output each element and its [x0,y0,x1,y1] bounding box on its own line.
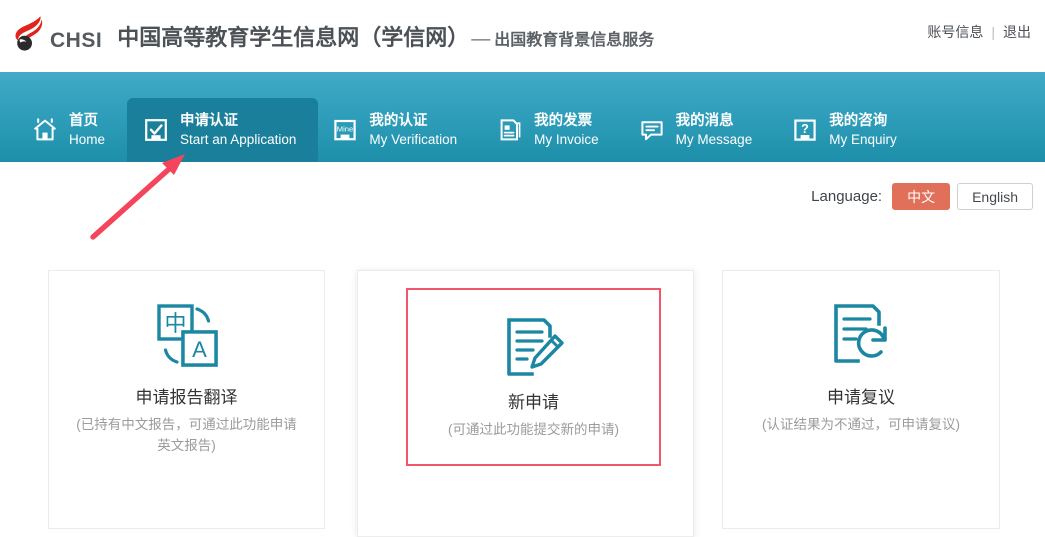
nav-item-home-en: Home [69,132,105,148]
translate-icon: 中 A [150,299,224,373]
nav-item-my-message-en: My Message [676,132,753,148]
message-bubble-icon [639,117,665,143]
site-title-main: 中国高等教育学生信息网（学信网） [117,20,469,52]
document-refresh-icon [824,299,898,373]
language-option-english[interactable]: English [957,183,1033,210]
card-apply-reconsideration-title: 申请复议 [827,387,895,409]
card-apply-reconsideration[interactable]: 申请复议 (认证结果为不通过，可申请复议) [722,270,1000,529]
language-option-chinese[interactable]: 中文 [892,183,950,210]
nav-item-my-enquiry[interactable]: ? 我的咨询 My Enquiry [778,98,919,162]
nav-item-start-application-cn: 申请认证 [180,113,296,130]
header-separator: | [991,24,995,40]
nav-item-my-verification-en: My Verification [369,132,457,148]
nav-item-start-application-en: Start an Application [180,132,296,148]
mine-badge-icon: Mine [332,117,358,143]
card-apply-report-translation-inner: 中 A 申请报告翻译 (已持有中文报告，可通过此功能申请英文报告) [49,271,324,457]
card-new-application-title: 新申请 [508,392,559,414]
nav-item-my-message-cn: 我的消息 [676,113,753,130]
language-label: Language: [811,188,882,205]
card-new-application-highlight-box: 新申请 (可通过此功能提交新的申请) [406,288,661,466]
question-box-icon: ? [792,117,818,143]
chsi-flame-logo-icon [10,13,54,57]
document-edit-icon [500,314,568,382]
brand-logo-text: CHSI [50,21,102,51]
site-title-dash: — [471,29,490,51]
svg-text:A: A [192,337,207,362]
nav-item-my-verification-labels: 我的认证 My Verification [369,113,457,147]
language-switcher: Language: 中文 English [811,183,1033,210]
nav-item-my-invoice-cn: 我的发票 [534,113,599,130]
card-apply-report-translation-title: 申请报告翻译 [136,387,238,409]
nav-item-my-verification[interactable]: Mine 我的认证 My Verification [318,98,483,162]
card-apply-report-translation-desc: (已持有中文报告，可通过此功能申请英文报告) [72,415,302,457]
card-new-application-desc: (可通过此功能提交新的申请) [414,420,654,441]
home-icon [32,117,58,143]
svg-text:中: 中 [164,312,186,337]
card-apply-report-translation[interactable]: 中 A 申请报告翻译 (已持有中文报告，可通过此功能申请英文报告) [48,270,325,529]
brand-logo[interactable]: CHSI [10,15,102,57]
nav-item-my-invoice[interactable]: 我的发票 My Invoice [483,98,625,162]
svg-text:Mine: Mine [337,124,353,133]
site-title-subtitle: 出国教育背景信息服务 [494,26,654,50]
nav-item-start-application-labels: 申请认证 Start an Application [180,113,296,147]
logout-link[interactable]: 退出 [1003,22,1031,42]
nav-item-my-message[interactable]: 我的消息 My Message [625,98,779,162]
header-account-area: 账号信息 | 退出 [927,22,1031,42]
svg-text:?: ? [801,122,809,136]
nav-item-my-invoice-labels: 我的发票 My Invoice [534,113,599,147]
nav-item-home-cn: 首页 [69,113,105,130]
nav-item-my-enquiry-cn: 我的咨询 [829,113,897,130]
page-header: CHSI 中国高等教育学生信息网（学信网） — 出国教育背景信息服务 账号信息 … [0,0,1045,72]
invoice-icon [497,117,523,143]
card-apply-reconsideration-inner: 申请复议 (认证结果为不通过，可申请复议) [723,271,999,436]
nav-item-home[interactable]: 首页 Home [18,98,127,162]
nav-item-my-invoice-en: My Invoice [534,132,599,148]
main-navigation: 首页 Home 申请认证 Start an Application [0,72,1045,162]
action-cards: 中 A 申请报告翻译 (已持有中文报告，可通过此功能申请英文报告) 新申请 [0,270,1045,537]
card-apply-reconsideration-desc: (认证结果为不通过，可申请复议) [736,415,986,436]
nav-item-start-application[interactable]: 申请认证 Start an Application [127,98,318,162]
nav-item-my-verification-cn: 我的认证 [369,113,457,130]
nav-item-home-labels: 首页 Home [69,113,105,147]
site-title: 中国高等教育学生信息网（学信网） — 出国教育背景信息服务 [117,20,654,52]
nav-item-my-enquiry-en: My Enquiry [829,132,897,148]
card-new-application[interactable]: 新申请 (可通过此功能提交新的申请) [357,270,694,537]
nav-item-my-enquiry-labels: 我的咨询 My Enquiry [829,113,897,147]
account-info-link[interactable]: 账号信息 [927,22,983,42]
nav-item-my-message-labels: 我的消息 My Message [676,113,753,147]
checkbox-document-icon [143,117,169,143]
